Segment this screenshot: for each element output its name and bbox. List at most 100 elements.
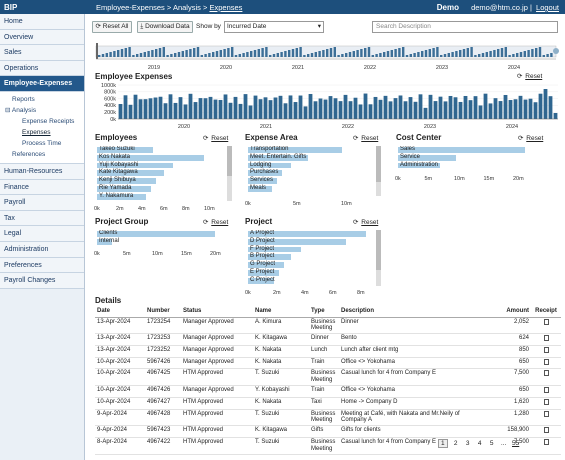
sidebar-item-home[interactable]: Home [0,14,84,30]
table-row[interactable]: 10-Apr-2024 4967425 HTM Approved T. Suzuki B… [95,368,561,387]
cost-center-row[interactable]: Service [398,154,530,162]
sidebar-item-preferences[interactable]: Preferences [0,257,84,274]
reset-all-button[interactable]: ⟳ Reset All [92,21,132,33]
project-row[interactable]: E Project [248,269,368,277]
scroll-thumb[interactable] [227,146,232,176]
project-reset[interactable]: ⟳ Reset [353,218,378,226]
receipt-document-icon[interactable] [543,318,549,325]
column-header-receipt[interactable]: Receipt [531,306,561,318]
project-row[interactable]: G Project [248,261,368,269]
page-link-4[interactable]: 4 [476,440,484,447]
scroll-thumb[interactable] [376,230,381,270]
sidebar-item-expenses[interactable]: Expenses [0,127,84,138]
page-link-1[interactable]: 1 [438,439,448,448]
expense-area-row[interactable]: Meet. Entertain. Gifts [248,154,368,162]
expense-area-chart[interactable]: Transportation Meet. Entertain. Gifts Lodg… [248,146,368,196]
sidebar-item-overview[interactable]: Overview [0,29,84,46]
sidebar-item-analysis[interactable]: ⊟ Analysis [0,105,84,116]
project-group-row[interactable]: Internal [97,238,219,246]
sidebar-item-legal[interactable]: Legal [0,226,84,242]
expense-area-row[interactable]: Lodging [248,162,368,170]
receipt-document-icon[interactable] [543,439,549,446]
employees-row[interactable]: Takeo Suzuki [97,146,219,154]
table-row[interactable]: 9-Apr-2024 5967423 HTM Approved K. Kitagawa… [95,425,561,439]
sidebar-item-operations[interactable]: Operations [0,60,84,77]
project-row[interactable]: A Project [248,230,368,238]
show-by-select[interactable]: Incurred Date ▾ [224,21,324,33]
collapse-toggle-icon[interactable]: ⊟ [5,107,10,114]
project-row[interactable]: D Project [248,238,368,246]
receipt-document-icon[interactable] [543,335,549,342]
page-link-3[interactable]: 3 [464,440,472,447]
project-group-reset[interactable]: ⟳ Reset [203,218,228,226]
project-group-chart[interactable]: Clients Internal [97,230,219,247]
project-group-row[interactable]: Clients [97,230,219,238]
receipt-document-icon[interactable] [543,346,549,353]
employees-reset[interactable]: ⟳ Reset [203,134,228,142]
page-link-2[interactable]: 2 [452,440,460,447]
download-data-button[interactable]: ⤓ Download Data [137,21,193,33]
expense-area-scrollbar[interactable] [376,146,381,196]
table-row[interactable]: 13-Apr-2024 1723252 Manager Approved K. Nak… [95,345,561,358]
cost-center-reset[interactable]: ⟳ Reset [518,134,543,142]
employees-row[interactable]: Kenji Shibuya [97,177,219,185]
table-row[interactable]: 13-Apr-2024 1723253 Manager Approved K. Kit… [95,333,561,346]
page-link-5[interactable]: 5 [488,440,496,447]
search-input[interactable]: Search Description [372,21,558,33]
sidebar-item-tax[interactable]: Tax [0,210,84,227]
sidebar-item-payroll-changes[interactable]: Payroll Changes [0,273,84,289]
project-chart[interactable]: A Project D Project F Project B Project G Pr… [248,230,368,286]
table-row[interactable]: 10-Apr-2024 4967427 HTM Approved K. Nakata T… [95,397,561,410]
receipt-document-icon[interactable] [543,387,549,394]
column-header-description[interactable]: Description [339,306,487,318]
sidebar-item-process-time[interactable]: Process Time [0,138,84,149]
expense-area-row[interactable]: Purchases [248,169,368,177]
expense-area-reset[interactable]: ⟳ Reset [353,134,378,142]
column-header-type[interactable]: Type [309,306,339,318]
scroll-thumb[interactable] [376,146,381,182]
receipt-document-icon[interactable] [543,398,549,405]
column-header-name[interactable]: Name [253,306,309,318]
employees-chart[interactable]: Takeo Suzuki Kos Nakata Yuji Kobayashi Kate… [97,146,219,201]
project-row[interactable]: B Project [248,253,368,261]
column-header-status[interactable]: Status [181,306,253,318]
receipt-document-icon[interactable] [543,427,549,434]
sidebar-item-administration[interactable]: Administration [0,241,84,258]
sidebar-item-finance[interactable]: Finance [0,179,84,196]
employees-row[interactable]: Y. Nakamura [97,193,219,201]
table-row[interactable]: 13-Apr-2024 1723254 Manager Approved A. Kim… [95,317,561,335]
breadcrumb-analysis[interactable]: Analysis [173,3,201,12]
cost-center-chart[interactable]: Sales Service Administration [398,146,530,171]
column-header-number[interactable]: Number [145,306,181,318]
breadcrumb-expenses[interactable]: Expenses [209,3,242,12]
employees-row[interactable]: Kate Kitagawa [97,169,219,177]
table-row[interactable]: 9-Apr-2024 4967428 HTM Approved T. Suzuki Bu… [95,409,561,427]
sidebar-item-references[interactable]: References [0,149,84,160]
column-header-amount[interactable]: Amount [487,306,531,318]
employees-row[interactable]: Kos Nakata [97,154,219,162]
table-row[interactable]: 10-Apr-2024 4967426 Manager Approved Y. Kob… [95,385,561,398]
sidebar-item-expense-receipts[interactable]: Expense Receipts [0,116,84,127]
expense-area-row[interactable]: Meals [248,185,368,193]
employee-expenses-reset[interactable]: ⟳ Reset [517,72,542,80]
breadcrumb-employee-expenses[interactable]: Employee-Expenses [96,3,165,12]
project-row[interactable]: F Project [248,246,368,254]
employees-row[interactable]: Rie Yamada [97,185,219,193]
expense-area-row[interactable]: Services [248,177,368,185]
table-row[interactable]: 10-Apr-2024 5967426 Manager Approved K. Nak… [95,357,561,370]
sidebar-item-sales[interactable]: Sales [0,45,84,61]
receipt-document-icon[interactable] [543,410,549,417]
page-link-last[interactable]: 55 [512,440,520,447]
cost-center-row[interactable]: Administration [398,162,530,170]
cost-center-row[interactable]: Sales [398,146,530,154]
sidebar-item-payroll[interactable]: Payroll [0,195,84,211]
project-scrollbar[interactable] [376,230,381,286]
column-header-date[interactable]: Date [95,306,145,318]
expense-area-row[interactable]: Transportation [248,146,368,154]
employees-scrollbar[interactable] [227,146,232,201]
sidebar-item-employee-expenses[interactable]: Employee-Expenses [0,76,84,92]
receipt-document-icon[interactable] [543,358,549,365]
sidebar-item-reports[interactable]: Reports [0,94,84,105]
receipt-document-icon[interactable] [543,370,549,377]
sidebar-item-human-resources[interactable]: Human-Resources [0,163,84,180]
